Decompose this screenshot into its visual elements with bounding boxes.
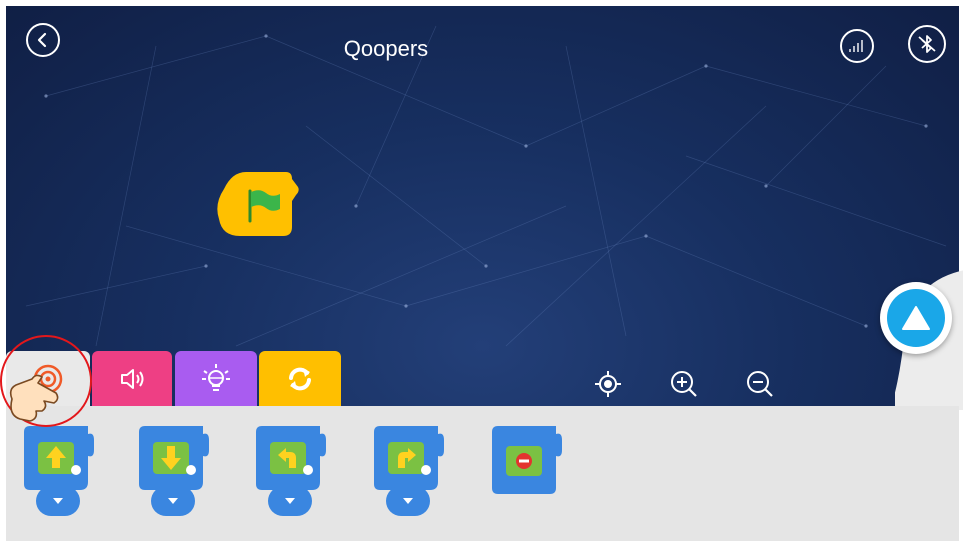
stop-icon bbox=[506, 446, 542, 476]
palette-block-turn-left[interactable] bbox=[256, 424, 342, 516]
chevron-down-icon bbox=[285, 498, 295, 504]
triangle-up-icon bbox=[902, 306, 930, 330]
zoom-in-icon bbox=[671, 371, 697, 397]
chevron-down-icon bbox=[53, 498, 63, 504]
dropdown-button[interactable] bbox=[386, 486, 430, 516]
tab-control[interactable] bbox=[259, 351, 341, 406]
run-program-button[interactable] bbox=[880, 282, 952, 354]
start-flag-block[interactable] bbox=[214, 169, 304, 239]
loop-icon bbox=[289, 367, 311, 390]
bluetooth-off-icon bbox=[908, 25, 946, 63]
dropdown-button[interactable] bbox=[268, 486, 312, 516]
speaker-icon bbox=[121, 368, 144, 389]
dropdown-button[interactable] bbox=[36, 486, 80, 516]
recenter-button[interactable] bbox=[592, 368, 624, 400]
chevron-down-icon bbox=[403, 498, 413, 504]
block-palette bbox=[6, 406, 959, 541]
bluetooth-button[interactable] bbox=[908, 25, 946, 63]
bulb-icon bbox=[202, 363, 230, 391]
chevron-left-icon bbox=[26, 23, 60, 57]
zoom-out-icon bbox=[747, 371, 773, 397]
pointing-hand-icon bbox=[0, 335, 92, 427]
dropdown-button[interactable] bbox=[151, 486, 195, 516]
workspace-canvas[interactable]: Qoopers bbox=[6, 6, 959, 406]
palette-block-move-forward[interactable] bbox=[24, 424, 110, 516]
tab-sound[interactable] bbox=[92, 351, 172, 406]
signal-bars-icon bbox=[840, 29, 874, 63]
palette-block-turn-right[interactable] bbox=[374, 424, 460, 516]
back-button[interactable] bbox=[26, 23, 60, 57]
palette-block-stop[interactable] bbox=[492, 424, 578, 496]
palette-block-move-backward[interactable] bbox=[139, 424, 225, 516]
app-title: Qoopers bbox=[343, 36, 429, 61]
signal-button[interactable] bbox=[840, 29, 874, 63]
zoom-out-button[interactable] bbox=[744, 368, 776, 400]
zoom-in-button[interactable] bbox=[668, 368, 700, 400]
tab-lights[interactable] bbox=[175, 351, 257, 406]
star-network-background bbox=[25, 25, 947, 347]
chevron-down-icon bbox=[168, 498, 178, 504]
crosshair-icon bbox=[595, 371, 621, 397]
